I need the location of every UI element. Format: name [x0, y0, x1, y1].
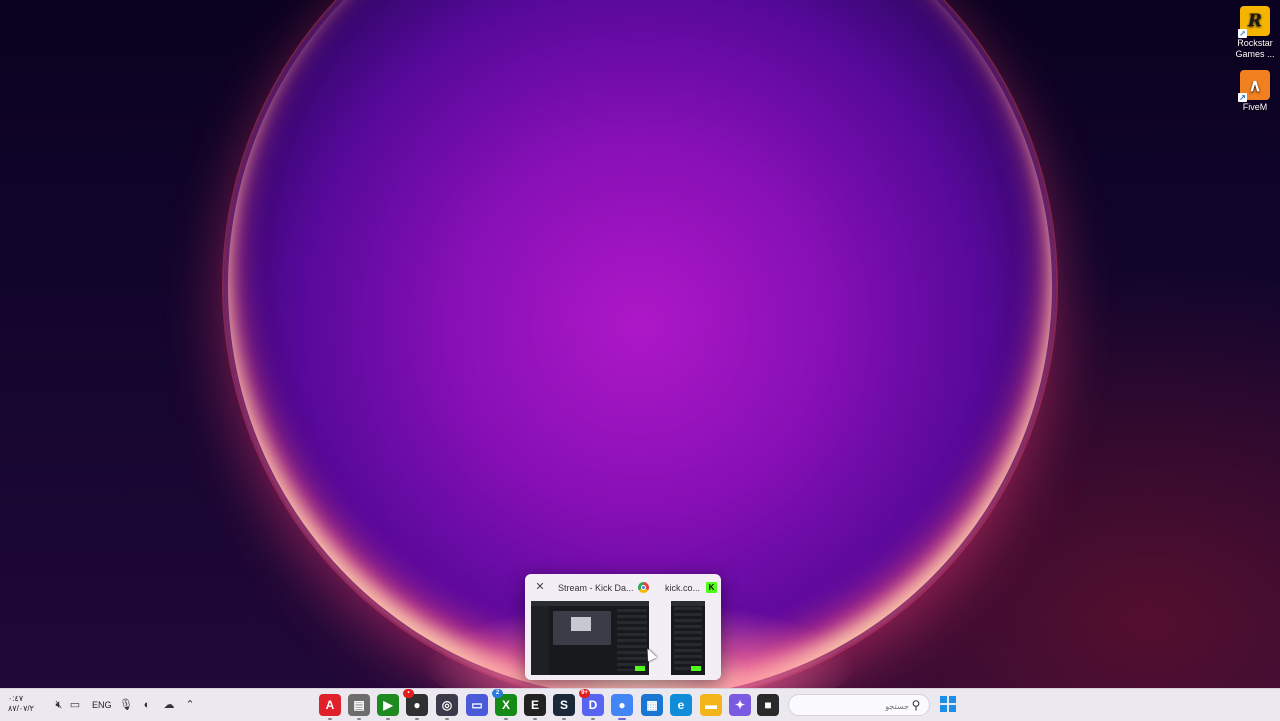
nvidia-app[interactable]: ▶: [377, 694, 399, 720]
thumbnail-screenshot: [671, 601, 705, 675]
rockstar-icon: R ↗: [1238, 6, 1270, 38]
network-icon[interactable]: ◐: [140, 698, 154, 712]
taskbar: ٠:٤٧ ٨٧/٠٧/٢ 🔇︎ ▭ ENG 🎙︎ ◐ ☁︎ ⌃ A ▤ ▶ • ●…: [0, 688, 1280, 721]
search-icon[interactable]: ⚲: [909, 698, 923, 712]
notepad-app[interactable]: ▤: [348, 694, 370, 720]
microphone-icon[interactable]: 🎙︎: [119, 698, 133, 712]
webcam-app[interactable]: ◎: [436, 694, 458, 720]
thumbnail-window-kick[interactable]: kick.co... K: [657, 574, 721, 680]
adobe-app[interactable]: A: [319, 694, 341, 720]
terminal-app[interactable]: ■: [757, 694, 779, 716]
onedrive-icon[interactable]: ☁︎: [162, 698, 176, 712]
chevron-up-icon[interactable]: ⌃: [183, 698, 197, 712]
language-indicator[interactable]: ENG: [92, 698, 112, 712]
taskbar-thumbnail-preview: ✕ Stream - Kick Da... kick.co... K: [525, 574, 721, 680]
shortcut-arrow-icon: ↗: [1238, 28, 1247, 38]
shortcut-arrow-icon: ↗: [1238, 93, 1247, 102]
display-icon[interactable]: ▭: [68, 698, 82, 712]
thumbnail-screenshot: [531, 601, 649, 675]
fivem-icon: ∧ ↗: [1238, 70, 1270, 102]
thumbnail-title: kick.co...: [665, 583, 701, 593]
windows-logo-icon: [940, 696, 947, 703]
search-input[interactable]: [799, 697, 911, 715]
store-app[interactable]: ▦: [641, 694, 663, 716]
kick-icon: K: [706, 582, 717, 593]
desktop-icon-rockstar[interactable]: R ↗ Rockstar Games ...: [1229, 6, 1280, 60]
notification-badge: 9+: [579, 689, 590, 698]
discord-app[interactable]: 9+ D: [579, 689, 604, 720]
chat-app[interactable]: ▭: [466, 694, 488, 716]
search-box[interactable]: ⚲: [788, 694, 930, 716]
desktop-icon-label: FiveM: [1242, 102, 1268, 112]
file-explorer-app[interactable]: ▬: [700, 694, 722, 716]
obs-app[interactable]: • ●: [403, 689, 428, 720]
close-icon[interactable]: ✕: [533, 580, 547, 594]
thumbnail-title: Stream - Kick Da...: [558, 583, 634, 593]
epic-games-app[interactable]: E: [524, 694, 546, 720]
desktop-icon-fivem[interactable]: ∧ ↗ FiveM: [1229, 70, 1280, 113]
thumbnail-window-stream[interactable]: ✕ Stream - Kick Da...: [525, 574, 653, 680]
edge-app[interactable]: e: [670, 694, 692, 716]
desktop-icon-label: Games ...: [1235, 49, 1275, 59]
steam-app[interactable]: S: [553, 694, 575, 720]
notification-badge: •: [403, 689, 414, 698]
chrome-icon: [638, 582, 649, 593]
chrome-app[interactable]: ●: [611, 694, 633, 720]
clock-time: ٠:٤٧: [8, 694, 24, 703]
clock-date: ٨٧/٠٧/٢: [8, 704, 34, 713]
copilot-app[interactable]: ✦: [729, 694, 751, 716]
notification-badge: 2: [492, 689, 503, 698]
desktop-icon-label: Rockstar: [1237, 38, 1273, 48]
clock[interactable]: ٠:٤٧ ٨٧/٠٧/٢: [8, 694, 48, 714]
xbox-app[interactable]: 2X: [492, 689, 517, 720]
start-button[interactable]: [940, 696, 956, 712]
volume-muted-icon[interactable]: 🔇︎: [52, 698, 66, 712]
